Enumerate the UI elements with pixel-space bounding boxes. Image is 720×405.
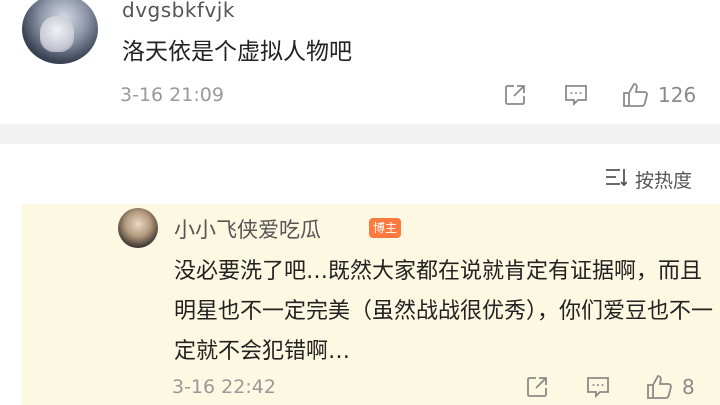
comment-icon bbox=[585, 375, 611, 399]
share-button[interactable] bbox=[525, 375, 549, 399]
avatar[interactable] bbox=[118, 208, 158, 248]
reply-timestamp: 3-16 22:42 bbox=[172, 376, 276, 398]
comment-text: 洛天依是个虚拟人物吧 bbox=[122, 39, 352, 65]
reply-username[interactable]: 小小飞侠爱吃瓜 bbox=[174, 214, 321, 244]
comment-timestamp: 3-16 21:09 bbox=[120, 84, 224, 106]
sort-icon bbox=[605, 167, 628, 192]
like-button[interactable]: 8 bbox=[646, 374, 695, 400]
reply-button[interactable] bbox=[585, 375, 611, 399]
reply-text: 没必要洗了吧…既然大家都在说就肯定有证据啊，而且明星也不一定完美（虽然战战很优秀… bbox=[174, 259, 714, 364]
comment-icon bbox=[563, 83, 589, 107]
sort-bar: 按热度 bbox=[0, 144, 720, 204]
reply-button[interactable] bbox=[563, 83, 589, 107]
sort-label: 按热度 bbox=[634, 170, 692, 192]
like-count: 126 bbox=[658, 83, 697, 107]
sort-by-heat-button[interactable]: 按热度 bbox=[605, 166, 692, 193]
like-button[interactable]: 126 bbox=[622, 82, 696, 108]
section-divider bbox=[0, 124, 720, 144]
avatar[interactable] bbox=[22, 0, 98, 64]
share-button[interactable] bbox=[503, 83, 527, 107]
like-icon bbox=[646, 374, 674, 400]
comment-username[interactable]: dvgsbkfvjk bbox=[122, 0, 235, 22]
like-icon bbox=[622, 82, 650, 108]
author-badge: 博主 bbox=[369, 218, 402, 238]
share-icon bbox=[525, 375, 549, 399]
share-icon bbox=[503, 83, 527, 107]
reply-card: 小小飞侠爱吃瓜 博主 没必要洗了吧…既然大家都在说就肯定有证据啊，而且明星也不一… bbox=[22, 204, 720, 405]
top-comment: dvgsbkfvjk 洛天依是个虚拟人物吧 3-16 21:09 126 bbox=[0, 0, 720, 124]
like-count: 8 bbox=[682, 375, 695, 399]
